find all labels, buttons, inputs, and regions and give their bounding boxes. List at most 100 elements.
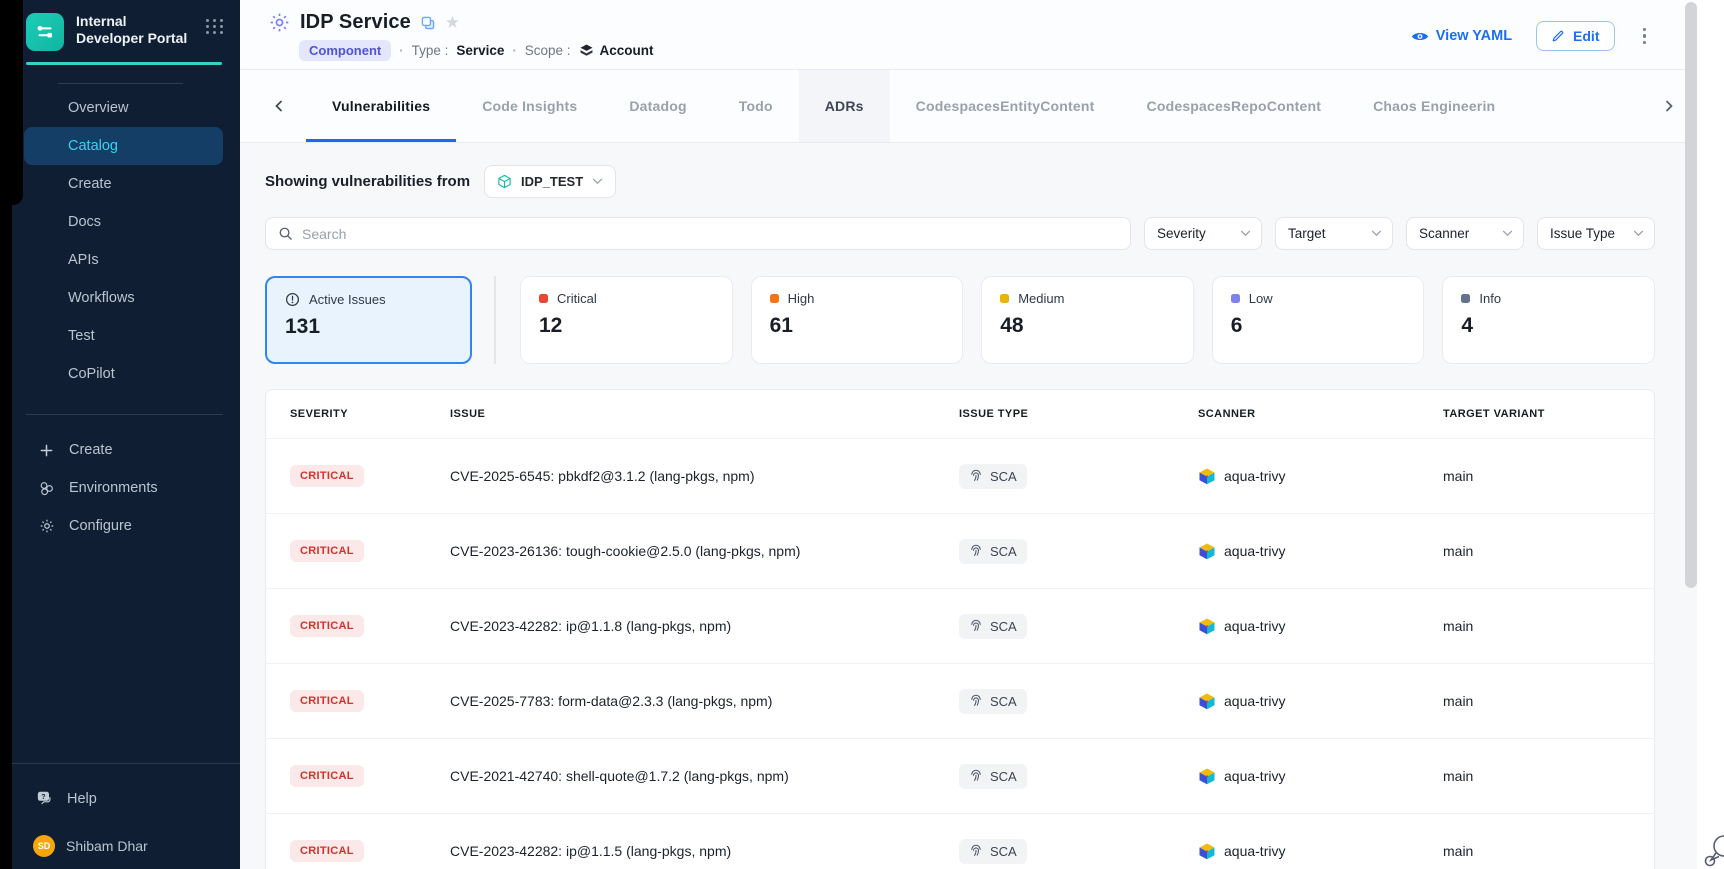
avatar: SD bbox=[33, 835, 55, 857]
table-row[interactable]: CRITICAL CVE-2023-42282: ip@1.1.5 (lang-… bbox=[266, 813, 1654, 869]
sidebar-item-docs[interactable]: Docs bbox=[24, 203, 223, 241]
filter-severity[interactable]: Severity bbox=[1144, 217, 1262, 250]
severity-card-critical[interactable]: Critical 12 bbox=[520, 276, 733, 364]
more-options-icon[interactable] bbox=[1639, 24, 1651, 49]
sidebar-action-environments[interactable]: Environments bbox=[24, 469, 223, 507]
type-label: Type : bbox=[412, 43, 449, 58]
sidebar-action-create[interactable]: Create bbox=[24, 431, 223, 469]
chevron-down-icon bbox=[1502, 230, 1513, 237]
alert-circle-icon bbox=[285, 292, 300, 307]
help-chat-icon: ? bbox=[36, 790, 54, 807]
tab-todo[interactable]: Todo bbox=[713, 70, 799, 142]
search-input[interactable] bbox=[302, 226, 1118, 242]
separator-dot: · bbox=[399, 43, 403, 58]
filter-issue-type[interactable]: Issue Type bbox=[1537, 217, 1655, 250]
favorite-star-icon[interactable]: ★ bbox=[445, 14, 460, 31]
table-row[interactable]: CRITICAL CVE-2023-26136: tough-cookie@2.… bbox=[266, 513, 1654, 588]
filter-scanner[interactable]: Scanner bbox=[1406, 217, 1524, 250]
tab-scroll-right-icon[interactable] bbox=[1660, 70, 1678, 142]
vertical-scrollbar[interactable] bbox=[1685, 2, 1697, 588]
sidebar-item-overview[interactable]: Overview bbox=[24, 89, 223, 127]
help-button[interactable]: ? Help bbox=[0, 764, 240, 807]
table-row[interactable]: CRITICAL CVE-2025-6545: pbkdf2@3.1.2 (la… bbox=[266, 438, 1654, 513]
low-dot-icon bbox=[1231, 294, 1240, 303]
critical-count: 12 bbox=[539, 314, 714, 338]
vulnerabilities-table: SEVERITY ISSUE ISSUE TYPE SCANNER TARGET… bbox=[265, 389, 1655, 869]
scanner-name: aqua-trivy bbox=[1224, 543, 1285, 559]
sidebar: Internal Developer Portal Overview Catal… bbox=[0, 0, 240, 869]
sidebar-item-workflows[interactable]: Workflows bbox=[24, 279, 223, 317]
low-count: 6 bbox=[1231, 314, 1406, 338]
table-header: SEVERITY ISSUE ISSUE TYPE SCANNER TARGET… bbox=[266, 390, 1654, 438]
apps-grid-icon[interactable] bbox=[206, 19, 224, 34]
tab-adrs[interactable]: ADRs bbox=[799, 70, 890, 142]
sidebar-action-configure[interactable]: Configure bbox=[24, 507, 223, 545]
table-row[interactable]: CRITICAL CVE-2021-42740: shell-quote@1.7… bbox=[266, 738, 1654, 813]
brand: Internal Developer Portal bbox=[0, 0, 240, 51]
left-edge-strip bbox=[0, 0, 12, 869]
source-select[interactable]: IDP_TEST bbox=[484, 165, 616, 198]
sidebar-actions: Create Environments Configure bbox=[0, 431, 240, 545]
sidebar-item-copilot[interactable]: CoPilot bbox=[24, 355, 223, 393]
table-row[interactable]: CRITICAL CVE-2025-7783: form-data@2.3.3 … bbox=[266, 663, 1654, 738]
user-name: Shibam Dhar bbox=[66, 838, 148, 854]
kind-badge: Component bbox=[299, 40, 391, 61]
fingerprint-icon bbox=[969, 694, 983, 708]
chat-widget-icon[interactable] bbox=[1698, 831, 1724, 867]
scanner-name: aqua-trivy bbox=[1224, 693, 1285, 709]
view-yaml-button[interactable]: View YAML bbox=[1411, 28, 1512, 44]
filter-target[interactable]: Target bbox=[1275, 217, 1393, 250]
severity-card-medium[interactable]: Medium 48 bbox=[981, 276, 1194, 364]
tab-scroll-left-icon[interactable] bbox=[270, 70, 288, 142]
severity-card-info[interactable]: Info 4 bbox=[1442, 276, 1655, 364]
info-dot-icon bbox=[1461, 294, 1470, 303]
issue-text: CVE-2025-6545: pbkdf2@3.1.2 (lang-pkgs, … bbox=[450, 468, 959, 484]
trivy-icon bbox=[1198, 542, 1216, 560]
target-variant: main bbox=[1443, 543, 1654, 559]
showing-label: Showing vulnerabilities from bbox=[265, 173, 470, 190]
target-variant: main bbox=[1443, 768, 1654, 784]
severity-card-low[interactable]: Low 6 bbox=[1212, 276, 1425, 364]
brand-title: Internal Developer Portal bbox=[76, 13, 194, 47]
type-value: Service bbox=[456, 43, 504, 58]
sidebar-item-apis[interactable]: APIs bbox=[24, 241, 223, 279]
scope-label: Scope : bbox=[525, 43, 571, 58]
tab-chaos-engineering[interactable]: Chaos Engineerin bbox=[1347, 70, 1521, 142]
tab-codespaces-entity-content[interactable]: CodespacesEntityContent bbox=[890, 70, 1121, 142]
issue-type-chip: SCA bbox=[959, 689, 1027, 714]
stats-divider bbox=[494, 276, 496, 364]
scanner-name: aqua-trivy bbox=[1224, 843, 1285, 859]
issue-type-chip: SCA bbox=[959, 614, 1027, 639]
chevron-down-icon bbox=[1240, 230, 1251, 237]
portal-logo[interactable] bbox=[26, 13, 64, 51]
edit-button[interactable]: Edit bbox=[1536, 21, 1614, 51]
tab-datadog[interactable]: Datadog bbox=[603, 70, 712, 142]
tab-vulnerabilities[interactable]: Vulnerabilities bbox=[306, 70, 456, 142]
search-box bbox=[265, 217, 1131, 250]
sidebar-item-catalog[interactable]: Catalog bbox=[24, 127, 223, 165]
issue-text: CVE-2023-42282: ip@1.1.8 (lang-pkgs, npm… bbox=[450, 618, 959, 634]
sidebar-item-create[interactable]: Create bbox=[24, 165, 223, 203]
gear-icon bbox=[38, 518, 55, 534]
severity-badge: CRITICAL bbox=[290, 540, 364, 562]
page-title: IDP Service bbox=[300, 11, 411, 34]
entity-header: IDP Service ★ Component · Type : Service… bbox=[240, 0, 1724, 70]
user-menu[interactable]: SD Shibam Dhar bbox=[0, 807, 240, 869]
sidebar-divider bbox=[58, 83, 183, 84]
tab-codespaces-repo-content[interactable]: CodespacesRepoContent bbox=[1121, 70, 1348, 142]
tab-code-insights[interactable]: Code Insights bbox=[456, 70, 603, 142]
fingerprint-icon bbox=[969, 769, 983, 783]
table-row[interactable]: CRITICAL CVE-2023-42282: ip@1.1.8 (lang-… bbox=[266, 588, 1654, 663]
severity-card-high[interactable]: High 61 bbox=[751, 276, 964, 364]
scanner-name: aqua-trivy bbox=[1224, 768, 1285, 784]
cube-icon bbox=[497, 174, 512, 189]
target-variant: main bbox=[1443, 843, 1654, 859]
plus-icon bbox=[38, 443, 55, 458]
pencil-icon bbox=[1551, 29, 1565, 43]
active-issues-card[interactable]: Active Issues 131 bbox=[265, 276, 472, 364]
critical-dot-icon bbox=[539, 294, 548, 303]
issue-type-chip: SCA bbox=[959, 539, 1027, 564]
sidebar-item-test[interactable]: Test bbox=[24, 317, 223, 355]
copy-icon[interactable] bbox=[420, 15, 436, 31]
chevron-down-icon bbox=[592, 178, 603, 185]
